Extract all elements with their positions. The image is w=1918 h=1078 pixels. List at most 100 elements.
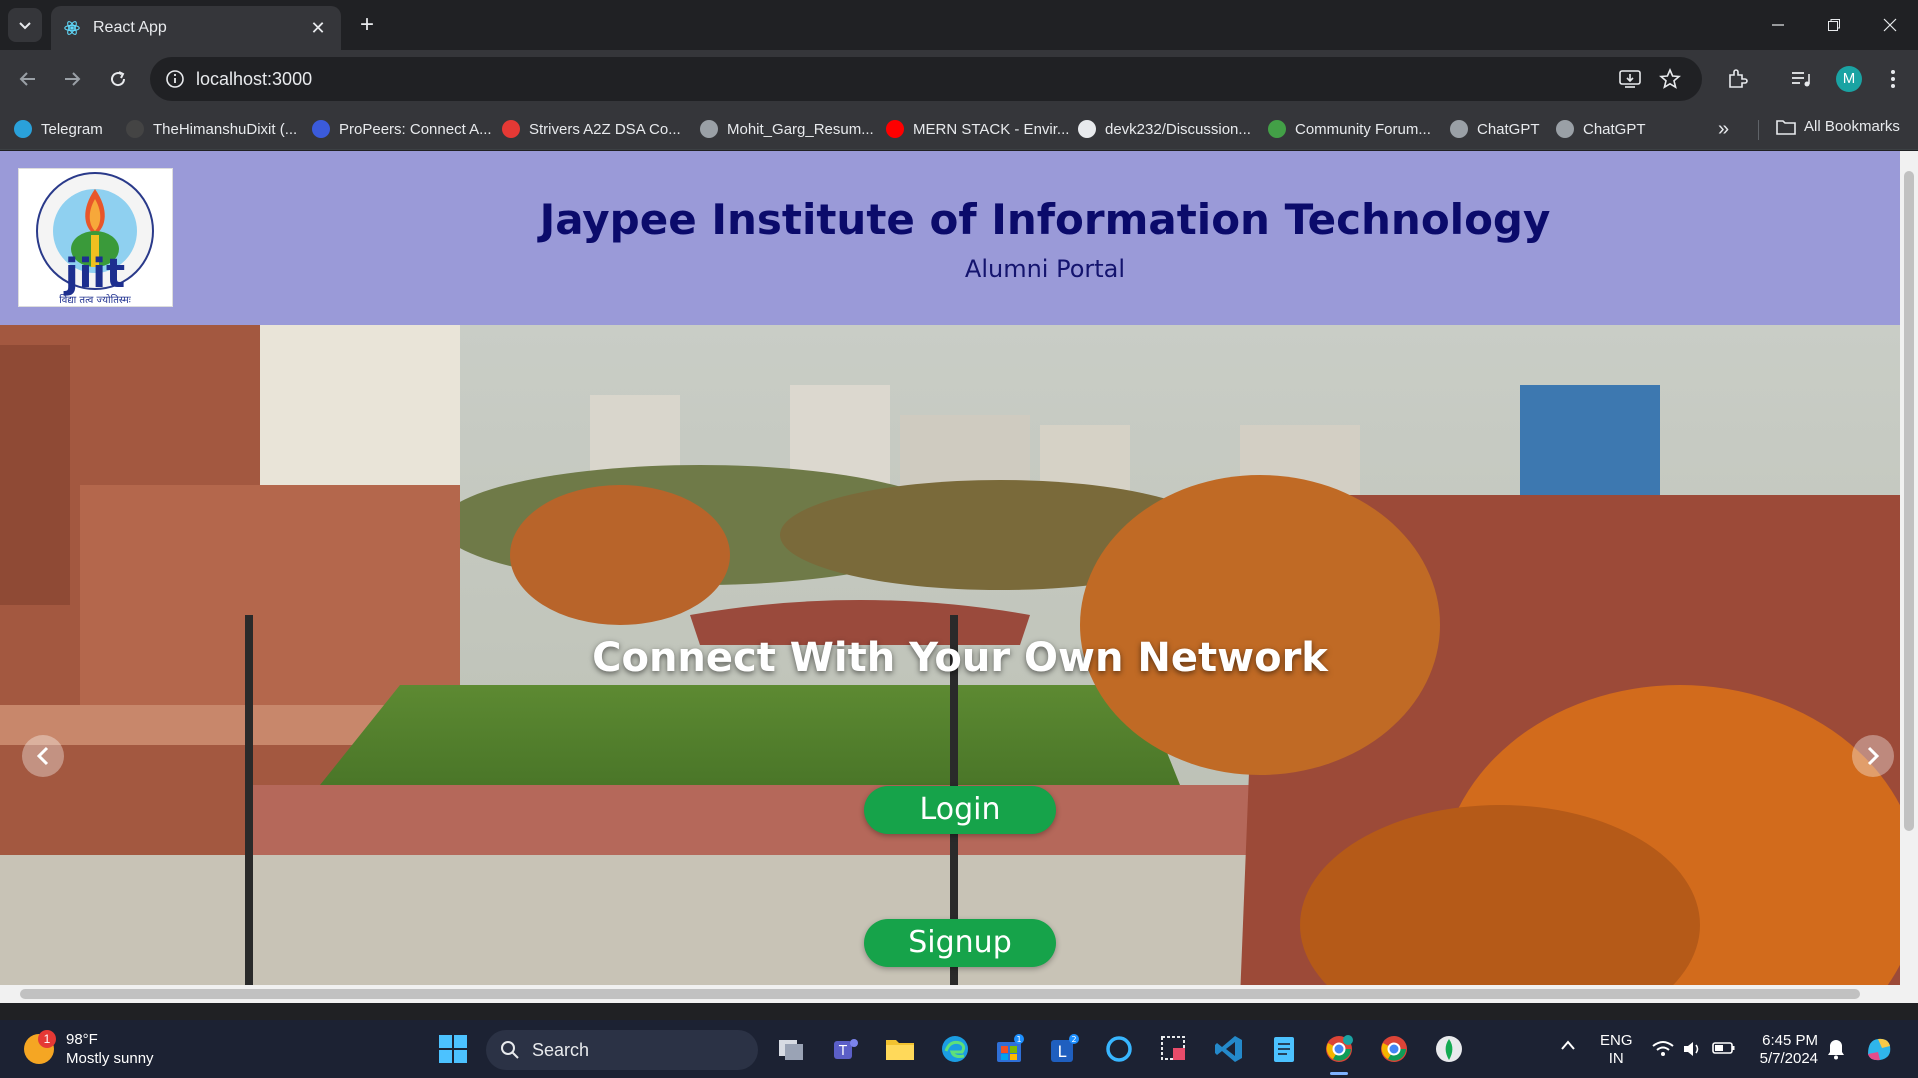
task-view-icon[interactable] [774, 1032, 808, 1066]
back-button[interactable] [13, 64, 43, 94]
react-icon [64, 21, 80, 35]
battery-icon[interactable] [1712, 1040, 1736, 1061]
bookmark-label: ChatGPT [1583, 120, 1646, 138]
bookmark-item[interactable]: Mohit_Garg_Resum... [700, 118, 874, 140]
address-bar[interactable]: localhost:3000 [150, 57, 1702, 101]
bookmark-label: devk232/Discussion... [1105, 120, 1251, 138]
vertical-scrollbar[interactable] [1900, 151, 1918, 985]
copilot-icon[interactable] [1864, 1034, 1894, 1069]
bookmark-star-icon[interactable] [1658, 67, 1682, 91]
arrow-left-icon [19, 72, 35, 86]
cortana-icon[interactable] [1102, 1032, 1136, 1066]
bookmark-item[interactable]: TheHimanshuDixit (... [126, 118, 297, 140]
page-title: Jaypee Institute of Information Technolo… [539, 195, 1551, 244]
close-icon [1883, 18, 1897, 32]
volume-icon[interactable] [1682, 1040, 1702, 1063]
weather-temp: 98°F [66, 1031, 98, 1048]
url-text[interactable]: localhost:3000 [196, 68, 312, 90]
restore-button[interactable] [1814, 8, 1854, 42]
horizontal-scroll-thumb[interactable] [20, 989, 1860, 999]
bookmark-favicon-icon [1556, 120, 1574, 138]
language-indicator[interactable]: ENG IN [1600, 1032, 1633, 1068]
l-badge: 2 [1071, 1035, 1076, 1044]
carousel-next-button[interactable] [1852, 735, 1894, 777]
bookmark-item[interactable]: Telegram [14, 118, 103, 140]
minimize-button[interactable] [1758, 8, 1798, 42]
bookmark-item[interactable]: ProPeers: Connect A... [312, 118, 492, 140]
new-tab-button[interactable]: + [352, 10, 382, 40]
tab-strip: React App ✕ + [0, 0, 1918, 50]
notepad-icon[interactable] [1267, 1032, 1301, 1066]
all-bookmarks-label: All Bookmarks [1804, 118, 1900, 135]
arrow-right-icon [65, 72, 81, 86]
start-button[interactable] [436, 1032, 470, 1066]
search-icon [501, 1041, 519, 1059]
bookmark-item[interactable]: ChatGPT [1450, 118, 1540, 140]
reload-button[interactable] [103, 64, 133, 94]
mongodb-compass-icon[interactable] [1432, 1032, 1466, 1066]
chrome-profile-icon[interactable] [1322, 1032, 1356, 1066]
carousel-prev-button[interactable] [22, 735, 64, 777]
all-bookmarks-button[interactable]: All Bookmarks [1776, 118, 1900, 135]
sun-icon: 1 [24, 1030, 56, 1064]
chevron-up-icon [1561, 1040, 1575, 1050]
page-viewport: jiit विद्या तत्व ज्योतिस्मः Jaypee Insti… [0, 151, 1918, 1003]
login-button[interactable]: Login [864, 786, 1056, 834]
taskbar-search[interactable]: Search [486, 1030, 758, 1070]
media-control-icon[interactable] [1788, 66, 1814, 92]
vscode-icon[interactable] [1212, 1032, 1246, 1066]
install-app-icon[interactable] [1618, 67, 1642, 91]
bookmark-item[interactable]: devk232/Discussion... [1078, 118, 1251, 140]
bookmark-label: TheHimanshuDixit (... [153, 120, 298, 138]
more-bookmarks-icon[interactable]: » [1718, 118, 1729, 141]
bookmark-label: Mohit_Garg_Resum... [727, 120, 874, 138]
store-icon[interactable]: 1 [992, 1032, 1026, 1066]
menu-kebab-icon[interactable] [1880, 66, 1906, 92]
hero-carousel: Connect With Your Own Network Login Sign… [0, 325, 1900, 999]
bookmark-item[interactable]: Community Forum... [1268, 118, 1431, 140]
bookmark-item[interactable]: MERN STACK - Envir... [886, 118, 1069, 140]
weather-badge: 1 [38, 1030, 56, 1048]
horizontal-scrollbar[interactable] [0, 985, 1918, 1003]
info-icon[interactable] [164, 68, 186, 90]
notification-bell-icon[interactable] [1826, 1038, 1846, 1065]
weather-widget[interactable]: 1 98°F Mostly sunny [24, 1030, 154, 1068]
bookmark-favicon-icon [700, 120, 718, 138]
bookmark-favicon-icon [14, 120, 32, 138]
teams-icon[interactable]: T [829, 1032, 863, 1066]
svg-text:L: L [1058, 1042, 1067, 1061]
signup-button[interactable]: Signup [864, 919, 1056, 967]
bookmark-label: ChatGPT [1477, 120, 1540, 138]
file-explorer-icon[interactable] [883, 1032, 917, 1066]
forward-button[interactable] [57, 64, 87, 94]
chevron-down-icon [19, 22, 31, 30]
edge-icon[interactable] [938, 1032, 972, 1066]
bookmark-label: ProPeers: Connect A... [339, 120, 492, 138]
windows-taskbar: 1 98°F Mostly sunny Search T 1 L2 ENG IN… [0, 1020, 1918, 1078]
tab-title: React App [93, 19, 167, 36]
reload-icon [111, 71, 126, 87]
chrome-icon[interactable] [1377, 1032, 1411, 1066]
clock-time: 6:45 PM [1762, 1032, 1818, 1049]
windows-icon [439, 1035, 467, 1063]
close-window-button[interactable] [1870, 8, 1910, 42]
browser-toolbar: localhost:3000 M [0, 50, 1918, 108]
folder-icon [1776, 119, 1796, 135]
wifi-icon[interactable] [1652, 1040, 1674, 1063]
snipping-tool-icon[interactable] [1157, 1032, 1191, 1066]
bookmarks-divider [1758, 120, 1759, 140]
bookmark-favicon-icon [1268, 120, 1286, 138]
bookmark-item[interactable]: ChatGPT [1556, 118, 1646, 140]
browser-tab[interactable]: React App ✕ [51, 6, 341, 50]
bookmark-item[interactable]: Strivers A2Z DSA Co... [502, 118, 681, 140]
close-tab-icon[interactable]: ✕ [307, 18, 329, 39]
logo-motto: विद्या तत्व ज्योतिस्मः [59, 294, 132, 306]
active-app-indicator [1330, 1072, 1348, 1075]
tab-search-button[interactable] [8, 8, 42, 42]
show-hidden-icons[interactable] [1560, 1038, 1576, 1056]
vertical-scroll-thumb[interactable] [1904, 171, 1914, 831]
lync-icon[interactable]: L2 [1047, 1032, 1081, 1066]
clock[interactable]: 6:45 PM 5/7/2024 [1752, 1032, 1818, 1068]
profile-avatar[interactable]: M [1836, 66, 1862, 92]
extensions-icon[interactable] [1724, 66, 1750, 92]
